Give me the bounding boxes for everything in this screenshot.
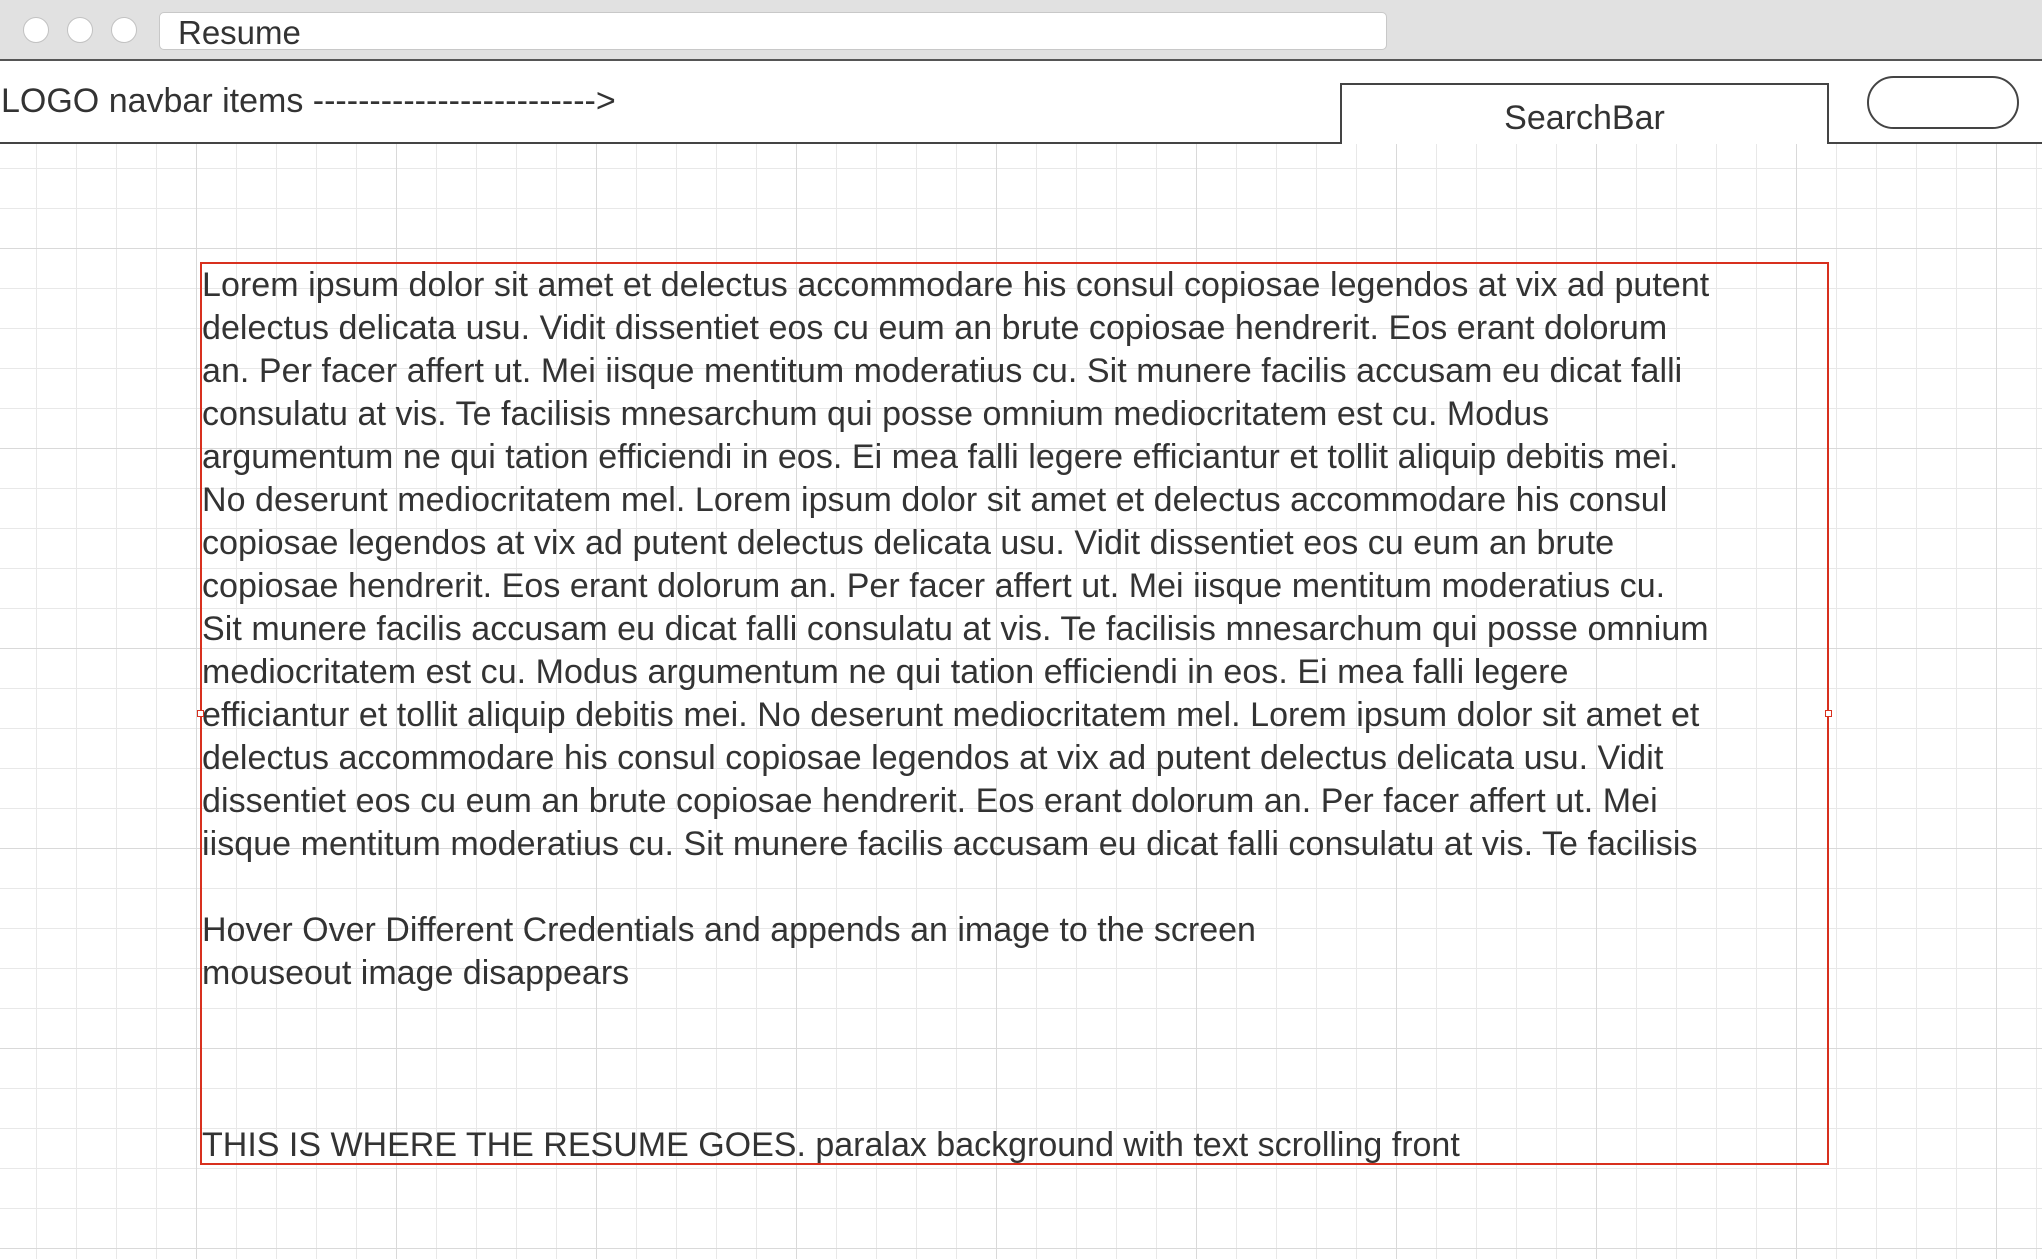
lorem-line: mediocritatem est cu. Modus argumentum n…: [202, 653, 1569, 691]
search-bar[interactable]: SearchBar: [1340, 83, 1829, 144]
lorem-line: Lorem ipsum dolor sit amet et delectus a…: [202, 266, 1710, 304]
lorem-line: No deserunt mediocritatem mel. Lorem ips…: [202, 481, 1668, 519]
lorem-line: efficiantur et tollit aliquip debitis me…: [202, 696, 1700, 734]
lorem-line: Sit munere facilis accusam eu dicat fall…: [202, 610, 1709, 648]
lorem-line: consulatu at vis. Te facilisis mnesarchu…: [202, 395, 1550, 433]
nav-pill-button[interactable]: [1867, 76, 2019, 129]
mouseout-note: mouseout image disappears: [202, 954, 630, 992]
lorem-line: an. Per facer affert ut. Mei iisque ment…: [202, 352, 1683, 390]
resize-handle-right[interactable]: [1825, 710, 1832, 717]
lorem-line: argumentum ne qui tation efficiendi in e…: [202, 438, 1679, 476]
lorem-line: copiosae legendos at vix ad putent delec…: [202, 524, 1615, 562]
minimize-window-button[interactable]: [67, 17, 93, 43]
lorem-line: iisque mentitum moderatius cu. Sit muner…: [202, 825, 1698, 863]
resume-text-box[interactable]: Lorem ipsum dolor sit amet et delectus a…: [197, 262, 1832, 1165]
logo-navbar-items[interactable]: LOGO navbar items ----------------------…: [1, 81, 616, 121]
resize-handle-left[interactable]: [197, 710, 204, 717]
hover-note: Hover Over Different Credentials and app…: [202, 911, 1256, 949]
address-bar[interactable]: Resume: [159, 12, 1387, 50]
lorem-line: delectus delicata usu. Vidit dissentiet …: [202, 309, 1668, 347]
resume-note: THIS IS WHERE THE RESUME GOES. paralax b…: [202, 1126, 1460, 1164]
lorem-line: delectus accommodare his consul copiosae…: [202, 739, 1664, 777]
browser-titlebar: Resume: [0, 0, 2042, 61]
lorem-paragraph: Lorem ipsum dolor sit amet et delectus a…: [202, 264, 1831, 866]
navbar: LOGO navbar items ----------------------…: [0, 61, 2042, 144]
close-window-button[interactable]: [23, 17, 49, 43]
lorem-line: copiosae hendrerit. Eos erant dolorum an…: [202, 567, 1666, 605]
lorem-line: dissentiet eos cu eum an brute copiosae …: [202, 782, 1658, 820]
maximize-window-button[interactable]: [111, 17, 137, 43]
